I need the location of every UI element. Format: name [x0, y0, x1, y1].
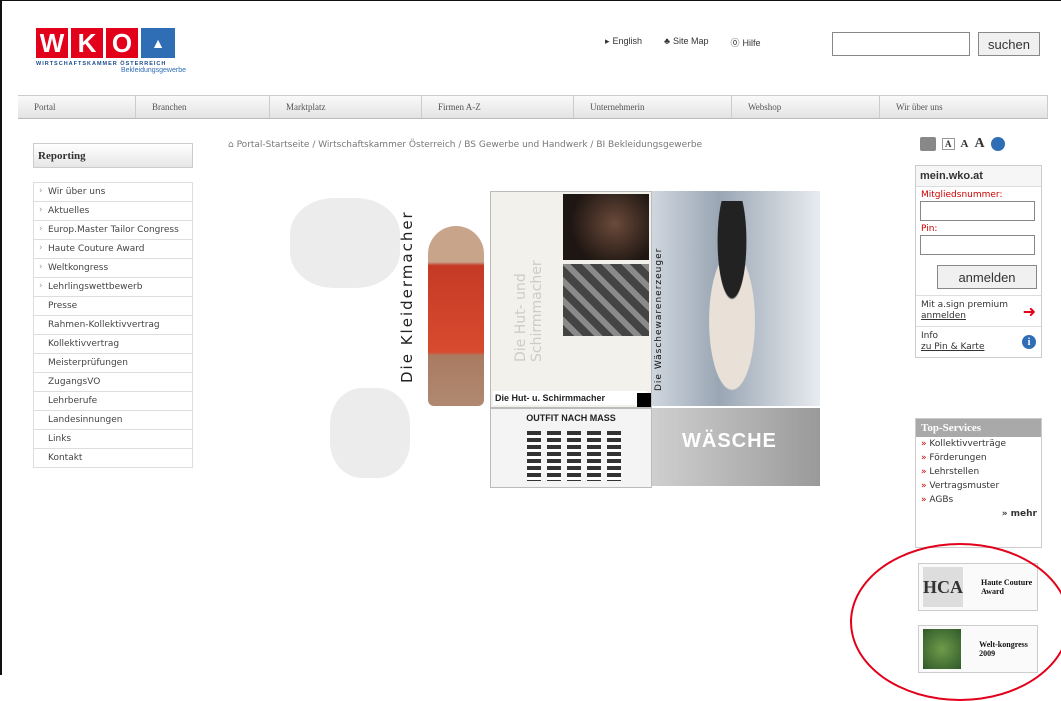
link-hilfe[interactable]: ⓪ Hilfe	[731, 36, 761, 49]
logo-letter-w: W	[36, 28, 68, 58]
nav-portal[interactable]: Portal	[18, 96, 136, 118]
top-services-title: Top-Services	[916, 419, 1041, 437]
pin-label: Pin:	[921, 224, 938, 234]
eagle-emblem-icon: ▲	[141, 28, 175, 58]
link-site-map[interactable]: ♣ Site Map	[664, 36, 708, 49]
hat-photo	[563, 194, 649, 260]
asign-text: Mit a.sign premium	[921, 300, 1008, 310]
sitemap-icon: ♣	[664, 36, 670, 46]
breadcrumb-text[interactable]: Portal-Startseite / Wirtschaftskammer Ös…	[237, 140, 703, 150]
hutmacher-panel[interactable]: Die Hut- und Schirmmacher Die Hut- u. Sc…	[490, 191, 652, 408]
home-icon: ⌂	[228, 140, 237, 150]
waesche-panel[interactable]: WÄSCHE	[652, 408, 820, 486]
sidebar-item[interactable]: Kollektivvertrag	[33, 335, 193, 354]
logo-section: Bekleidungsgewerbe	[121, 67, 186, 74]
member-number-input[interactable]	[920, 201, 1035, 221]
info-row: Info zu Pin & Karte i	[916, 326, 1041, 357]
link-hilfe-label: Hilfe	[742, 38, 761, 48]
info-text: Info	[921, 331, 939, 341]
globe-icon[interactable]	[990, 137, 1005, 151]
top-services-box: Top-Services KollektivverträgeFörderunge…	[915, 418, 1042, 548]
sidebar-title: Reporting	[33, 143, 193, 168]
umbrella-photo	[563, 264, 649, 336]
kleidermacher-label: Die Kleidermacher	[398, 210, 416, 383]
info-icon[interactable]: i	[1022, 335, 1036, 349]
nav-marktplatz[interactable]: Marktplatz	[270, 96, 422, 118]
red-dress-photo	[428, 226, 484, 406]
sidebar-item[interactable]: Links	[33, 430, 193, 449]
sidebar-item[interactable]: Wir über uns	[33, 182, 193, 202]
top-service-link[interactable]: Förderungen	[916, 451, 1041, 465]
hutmacher-vertical-label: Die Hut- und Schirmmacher	[513, 260, 545, 362]
top-links: ▸ English ♣ Site Map ⓪ Hilfe	[605, 36, 761, 49]
sidebar-item[interactable]: Haute Couture Award	[33, 240, 193, 259]
search-button[interactable]: suchen	[978, 32, 1040, 56]
sidebar-item[interactable]: Lehrberufe	[33, 392, 193, 411]
black-square	[637, 393, 651, 407]
wko-logo[interactable]: W K O ▲ WIRTSCHAFTSKAMMER ÖSTERREICH Bek…	[36, 28, 224, 88]
sidebar-item[interactable]: Rahmen-Kollektivvertrag	[33, 316, 193, 335]
link-english[interactable]: ▸ English	[605, 36, 642, 49]
kleidermacher-panel[interactable]: Die Kleidermacher	[398, 188, 484, 406]
sidebar-item[interactable]: Europ.Master Tailor Congress	[33, 221, 193, 240]
top-service-link[interactable]: Vertragsmuster	[916, 479, 1041, 493]
annotation-circle	[850, 543, 1061, 701]
asign-row: Mit a.sign premium anmelden ➜	[916, 295, 1041, 326]
nav-firmen[interactable]: Firmen A-Z	[422, 96, 574, 118]
outfit-nach-mass-panel[interactable]: OUTFIT NACH MASS	[490, 408, 652, 488]
font-large-button[interactable]: A	[974, 136, 984, 152]
logo-letter-o: O	[106, 28, 138, 58]
waeschewaren-panel[interactable]: Die Wäschewarenerzeuger	[652, 191, 820, 406]
sidebar-item[interactable]: Presse	[33, 297, 193, 316]
link-english-label: English	[612, 36, 643, 46]
sidebar: Reporting Wir über unsAktuellesEurop.Mas…	[33, 143, 193, 468]
red-arrow-icon[interactable]: ➜	[1023, 303, 1036, 319]
ghost-figure	[290, 198, 400, 288]
sidebar-item[interactable]: Meisterprüfungen	[33, 354, 193, 373]
top-service-link[interactable]: Kollektivverträge	[916, 437, 1041, 451]
font-medium-button[interactable]: A	[961, 138, 969, 150]
login-button[interactable]: anmelden	[937, 265, 1037, 289]
hutmacher-caption: Die Hut- u. Schirmmacher	[493, 391, 647, 405]
link-site-map-label: Site Map	[672, 36, 709, 46]
sidebar-item[interactable]: Weltkongress	[33, 259, 193, 278]
search-input[interactable]	[832, 32, 970, 56]
page-tools: A A A	[920, 136, 1005, 152]
login-title: mein.wko.at	[916, 166, 1041, 187]
login-box: mein.wko.at Mitgliedsnummer: Pin: anmeld…	[915, 165, 1042, 358]
asign-link[interactable]: anmelden	[921, 311, 966, 321]
top-service-link[interactable]: Lehrstellen	[916, 465, 1041, 479]
nav-unternehmerin[interactable]: Unternehmerin	[574, 96, 732, 118]
sidebar-item[interactable]: ZugangsVO	[33, 373, 193, 392]
font-small-button[interactable]: A	[942, 138, 955, 150]
logo-letter-k: K	[71, 28, 103, 58]
breadcrumb: ⌂ Portal-Startseite / Wirtschaftskammer …	[228, 140, 702, 150]
lingerie-photo	[692, 201, 772, 401]
member-number-label: Mitgliedsnummer:	[921, 190, 1003, 200]
print-icon[interactable]	[920, 137, 936, 151]
waeschewaren-label: Die Wäschewarenerzeuger	[654, 247, 664, 391]
arrow-right-icon: ▸	[605, 36, 610, 46]
outfit-label: OUTFIT NACH MASS	[526, 413, 616, 423]
sidebar-item[interactable]: Landesinnungen	[33, 411, 193, 430]
nav-webshop[interactable]: Webshop	[732, 96, 880, 118]
nav-wir-ueber-uns[interactable]: Wir über uns	[880, 96, 1048, 118]
nav-branchen[interactable]: Branchen	[136, 96, 270, 118]
outfit-graphic	[527, 431, 621, 481]
sidebar-item[interactable]: Aktuelles	[33, 202, 193, 221]
main-nav: Portal Branchen Marktplatz Firmen A-Z Un…	[18, 95, 1048, 119]
top-service-link[interactable]: AGBs	[916, 493, 1041, 507]
pin-input[interactable]	[920, 235, 1035, 255]
info-link[interactable]: zu Pin & Karte	[921, 342, 985, 352]
hero-collage[interactable]: Die Kleidermacher Die Hut- und Schirmmac…	[290, 188, 820, 488]
more-link[interactable]: » mehr	[916, 507, 1041, 521]
sidebar-item[interactable]: Kontakt	[33, 449, 193, 468]
waesche-label: WÄSCHE	[682, 430, 777, 452]
help-icon: ⓪	[730, 38, 740, 48]
sidebar-item[interactable]: Lehrlingswettbewerb	[33, 278, 193, 297]
